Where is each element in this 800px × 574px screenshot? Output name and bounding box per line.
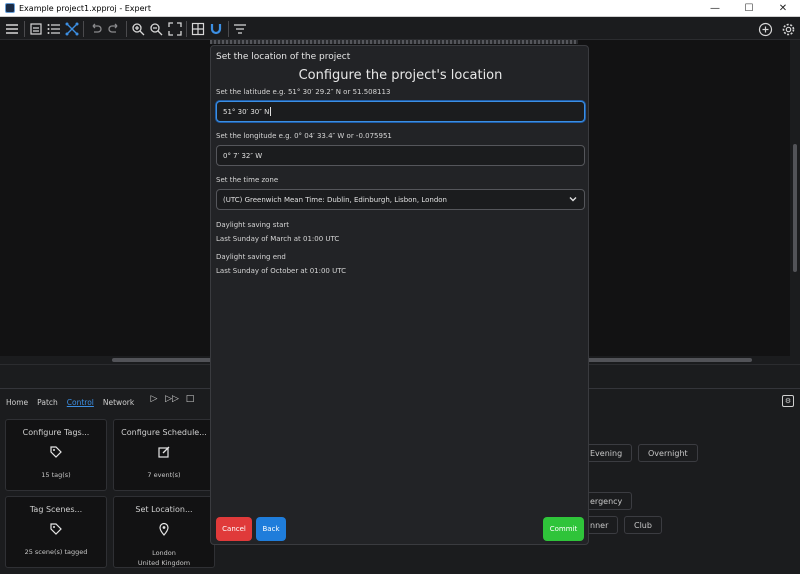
panel-settings-icon[interactable]: ⚙ (782, 395, 794, 407)
card-title: Tag Scenes... (29, 505, 83, 514)
tab-control[interactable]: Control (67, 398, 94, 407)
location-pin-icon (114, 522, 214, 539)
list-icon[interactable] (45, 20, 63, 38)
latitude-input[interactable]: 51° 30′ 30″ N (216, 101, 585, 122)
longitude-value: 0° 7′ 32″ W (223, 151, 263, 160)
main-toolbar (0, 18, 800, 40)
grid-icon[interactable] (189, 20, 207, 38)
close-button[interactable]: ✕ (766, 0, 800, 17)
latitude-label: Set the latitude e.g. 51° 30′ 29.2″ N or… (216, 88, 391, 96)
card-title: Configure Tags... (22, 428, 90, 437)
tag-settings-icon (6, 445, 106, 462)
redo-icon[interactable] (105, 20, 123, 38)
window-title: Example project1.xpproj - Expert (19, 3, 151, 13)
settings-icon[interactable] (779, 20, 797, 38)
dst-end-value: Last Sunday of October at 01:00 UTC (216, 267, 346, 275)
vertical-scrollbar[interactable] (790, 40, 800, 356)
undo-icon[interactable] (87, 20, 105, 38)
zoom-out-icon[interactable] (147, 20, 165, 38)
fit-icon[interactable] (166, 20, 184, 38)
edit-icon (114, 445, 214, 462)
timezone-select[interactable]: (UTC) Greenwich Mean Time: Dublin, Edinb… (216, 189, 585, 210)
toolbar-separator (126, 21, 127, 37)
fast-forward-icon[interactable]: ▷▷ (163, 394, 181, 404)
bottom-tabs: Home Patch Control Network (0, 395, 137, 409)
open-project-icon[interactable] (27, 20, 45, 38)
network-icon[interactable] (63, 20, 81, 38)
latitude-value: 51° 30′ 30″ N (223, 107, 270, 116)
dialog-heading: Configure the project's location (298, 68, 503, 83)
toolbar-separator (83, 21, 84, 37)
location-city: London (152, 549, 176, 557)
dialog-title: Set the location of the project (216, 52, 351, 62)
scene-chip-overnight[interactable]: Overnight (638, 444, 698, 462)
maximize-button[interactable]: ☐ (732, 0, 766, 17)
card-title: Set Location... (135, 505, 193, 514)
dst-end-label: Daylight saving end (216, 253, 286, 261)
minimize-button[interactable]: — (698, 0, 732, 17)
tab-home[interactable]: Home (6, 398, 28, 407)
timezone-value: (UTC) Greenwich Mean Time: Dublin, Edinb… (223, 195, 447, 204)
toolbar-separator (186, 21, 187, 37)
scene-chip-club[interactable]: Club (624, 516, 662, 534)
dst-start-value: Last Sunday of March at 01:00 UTC (216, 235, 340, 243)
longitude-input[interactable]: 0° 7′ 32″ W (216, 145, 585, 166)
tag-scenes-card[interactable]: Tag Scenes... 25 scene(s) tagged (5, 496, 107, 568)
timezone-label: Set the time zone (216, 176, 279, 184)
cancel-button[interactable]: Cancel (216, 517, 252, 541)
scrollbar-thumb[interactable] (793, 144, 797, 272)
configure-schedule-card[interactable]: Configure Schedule... 7 event(s) (113, 419, 215, 491)
toolbar-separator (228, 21, 229, 37)
set-location-dialog: Set the location of the project Configur… (210, 45, 589, 545)
set-location-card[interactable]: Set Location... London United Kingdom (113, 496, 215, 568)
configure-tags-card[interactable]: Configure Tags... 15 tag(s) (5, 419, 107, 491)
dst-start-label: Daylight saving start (216, 221, 289, 229)
dialog-resize-grip[interactable] (210, 40, 578, 44)
card-subtitle: 7 event(s) (147, 471, 181, 479)
card-subtitle: London United Kingdom (114, 548, 214, 568)
window-controls: — ☐ ✕ (698, 0, 800, 17)
title-bar: Example project1.xpproj - Expert — ☐ ✕ (0, 0, 800, 17)
chevron-down-icon (568, 194, 578, 207)
tab-network[interactable]: Network (103, 398, 134, 407)
back-button[interactable]: Back (256, 517, 286, 541)
card-subtitle: 25 scene(s) tagged (24, 548, 88, 556)
play-icon[interactable]: ▷ (145, 394, 163, 404)
app-icon (5, 3, 15, 13)
menu-icon[interactable] (3, 20, 21, 38)
tag-icon (6, 522, 106, 539)
toolbar-separator (24, 21, 25, 37)
card-subtitle: 15 tag(s) (41, 471, 71, 479)
filter-icon[interactable] (231, 20, 249, 38)
magnet-icon[interactable] (207, 20, 225, 38)
commit-button[interactable]: Commit (543, 517, 584, 541)
zoom-in-icon[interactable] (129, 20, 147, 38)
longitude-label: Set the longitude e.g. 0° 04′ 33.4″ W or… (216, 132, 392, 140)
text-caret (270, 107, 272, 116)
location-country: United Kingdom (137, 559, 191, 567)
playback-controls: ▷ ▷▷ □ (145, 394, 199, 404)
add-icon[interactable] (756, 20, 774, 38)
stop-icon[interactable]: □ (181, 394, 199, 404)
card-title: Configure Schedule... (121, 428, 207, 437)
tab-patch[interactable]: Patch (37, 398, 58, 407)
